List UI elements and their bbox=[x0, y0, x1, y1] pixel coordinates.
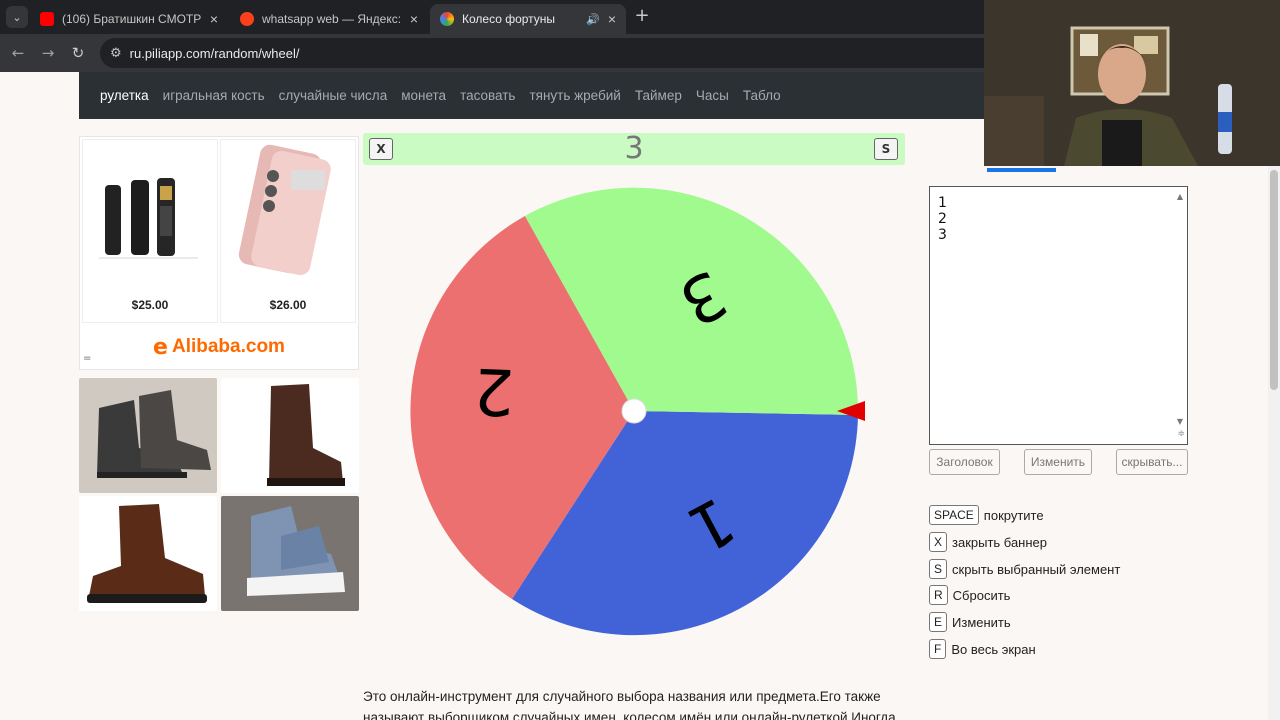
tab-title: (106) Братишкин СМОТРИТ ТИ bbox=[62, 12, 202, 26]
ad-product-phones[interactable]: $25.00 bbox=[82, 139, 218, 323]
webcam-image bbox=[984, 0, 1280, 166]
shortcut-key: F bbox=[929, 639, 947, 659]
ad-product-boots-1[interactable] bbox=[79, 378, 217, 493]
tab-wheel[interactable]: Колесо фортуны 🔊 × bbox=[430, 4, 626, 34]
shortcut-key: R bbox=[929, 585, 948, 605]
shortcut-label: Сбросить bbox=[952, 587, 1011, 603]
wheel-hub bbox=[621, 398, 647, 424]
tab-yandex[interactable]: whatsapp web — Яндекс: нашл × bbox=[230, 4, 428, 34]
ad-info-icon[interactable]: = bbox=[83, 353, 91, 364]
tab-search-button[interactable]: ⌄ bbox=[6, 6, 28, 28]
tab-title: whatsapp web — Яндекс: нашл bbox=[262, 12, 402, 26]
result-text: 3 bbox=[624, 131, 644, 166]
back-arrow-icon[interactable]: ← bbox=[8, 43, 28, 63]
tab-title: Колесо фортуны bbox=[462, 12, 556, 26]
shortcut-spin: SPACE покрутите bbox=[929, 505, 1044, 525]
product-image-smartphone bbox=[238, 144, 331, 276]
nav-item-dice[interactable]: игральная кость bbox=[163, 88, 265, 103]
nav-item-coin[interactable]: монета bbox=[401, 88, 446, 103]
url-text: ru.piliapp.com/random/wheel/ bbox=[129, 45, 300, 61]
shortcut-fullscreen: F Во весь экран bbox=[929, 639, 1036, 659]
shortcut-label: Во весь экран bbox=[951, 641, 1036, 657]
shortcut-key: SPACE bbox=[929, 505, 979, 525]
shortcut-label: покрутите bbox=[983, 507, 1044, 523]
nav-item-shuffle[interactable]: тасовать bbox=[460, 88, 515, 103]
youtube-icon bbox=[40, 12, 54, 26]
shortcut-label: Изменить bbox=[952, 614, 1011, 630]
product-image-boots bbox=[267, 384, 345, 486]
shortcut-key: S bbox=[929, 559, 948, 579]
nav-item-draw-lots[interactable]: тянуть жребий bbox=[529, 88, 620, 103]
wheel-label-2: 2 bbox=[472, 353, 515, 428]
wheel-favicon-icon bbox=[440, 12, 454, 26]
shortcut-edit: E Изменить bbox=[929, 612, 1011, 632]
shortcut-reset: R Сбросить bbox=[929, 585, 1010, 605]
shortcut-hide-selected: S скрыть выбранный элемент bbox=[929, 559, 1120, 579]
nav-item-timer[interactable]: Таймер bbox=[635, 88, 682, 103]
nav-item-scoreboard[interactable]: Табло bbox=[743, 88, 781, 103]
reload-icon[interactable]: ↻ bbox=[68, 43, 88, 63]
hide-button[interactable]: скрывать... bbox=[1116, 449, 1188, 475]
address-bar[interactable]: ⚙ ru.piliapp.com/random/wheel/ bbox=[100, 38, 1000, 68]
forward-arrow-icon[interactable]: → bbox=[38, 43, 58, 63]
webcam-overlay bbox=[984, 0, 1280, 166]
entries-textarea[interactable]: 1 2 3 ▲ ▼ ≑ bbox=[929, 186, 1188, 445]
product-image-boots bbox=[247, 506, 345, 596]
ad-banner-alibaba[interactable]: $25.00 $26.00 e Alibaba.com = bbox=[79, 136, 359, 370]
entry-line: 2 bbox=[938, 211, 947, 227]
page-content: рулетка игральная кость случайные числа … bbox=[0, 72, 1268, 720]
tab-close-icon[interactable]: × bbox=[608, 11, 616, 27]
entry-line: 3 bbox=[938, 227, 947, 243]
tab-close-icon[interactable]: × bbox=[410, 11, 418, 27]
nav-item-roulette[interactable]: рулетка bbox=[100, 88, 149, 103]
new-tab-icon[interactable]: + bbox=[632, 6, 652, 26]
page-scrollbar[interactable] bbox=[1268, 72, 1280, 720]
spin-button-edge[interactable] bbox=[987, 168, 1056, 172]
shortcut-key: E bbox=[929, 612, 948, 632]
edit-button[interactable]: Изменить bbox=[1024, 449, 1092, 475]
tab-youtube[interactable]: (106) Братишкин СМОТРИТ ТИ × bbox=[30, 4, 228, 34]
ad-product-boots-2[interactable] bbox=[221, 378, 359, 493]
tab-close-icon[interactable]: × bbox=[210, 11, 218, 27]
product-image-boots bbox=[97, 390, 211, 478]
product-price: $25.00 bbox=[131, 298, 169, 312]
alibaba-logo[interactable]: e Alibaba.com bbox=[80, 325, 358, 369]
speaker-icon[interactable]: 🔊 bbox=[586, 13, 600, 26]
fortune-wheel[interactable]: 1 2 3 bbox=[404, 184, 870, 644]
shortcut-close-banner: X закрыть баннер bbox=[929, 532, 1047, 552]
entry-line: 1 bbox=[938, 195, 947, 211]
nav-item-random-numbers[interactable]: случайные числа bbox=[279, 88, 388, 103]
result-banner: X 3 S bbox=[363, 133, 905, 165]
site-settings-icon[interactable]: ⚙ bbox=[110, 46, 122, 61]
alibaba-logo-text: Alibaba.com bbox=[171, 336, 285, 357]
scrollbar-thumb[interactable] bbox=[1270, 170, 1278, 390]
resize-grip-icon[interactable]: ≑ bbox=[1177, 426, 1185, 442]
shortcut-label: закрыть баннер bbox=[952, 534, 1048, 550]
yandex-icon bbox=[240, 12, 254, 26]
product-image-boots bbox=[87, 504, 207, 603]
alibaba-mark-icon: e bbox=[153, 334, 168, 360]
product-price: $26.00 bbox=[269, 298, 307, 312]
scroll-up-icon[interactable]: ▲ bbox=[1177, 189, 1183, 205]
ad-product-boots-3[interactable] bbox=[79, 496, 217, 611]
ad-product-boots-4[interactable] bbox=[221, 496, 359, 611]
ad-product-smartphone[interactable]: $26.00 bbox=[220, 139, 356, 323]
title-button[interactable]: Заголовок bbox=[929, 449, 1000, 475]
description-text: Это онлайн-инструмент для случайного выб… bbox=[363, 689, 896, 720]
nav-item-clock[interactable]: Часы bbox=[696, 88, 729, 103]
shortcut-key: X bbox=[929, 532, 948, 552]
hide-selected-button[interactable]: S bbox=[874, 138, 898, 160]
product-image-phones bbox=[99, 178, 198, 259]
shortcut-label: скрыть выбранный элемент bbox=[952, 561, 1121, 577]
